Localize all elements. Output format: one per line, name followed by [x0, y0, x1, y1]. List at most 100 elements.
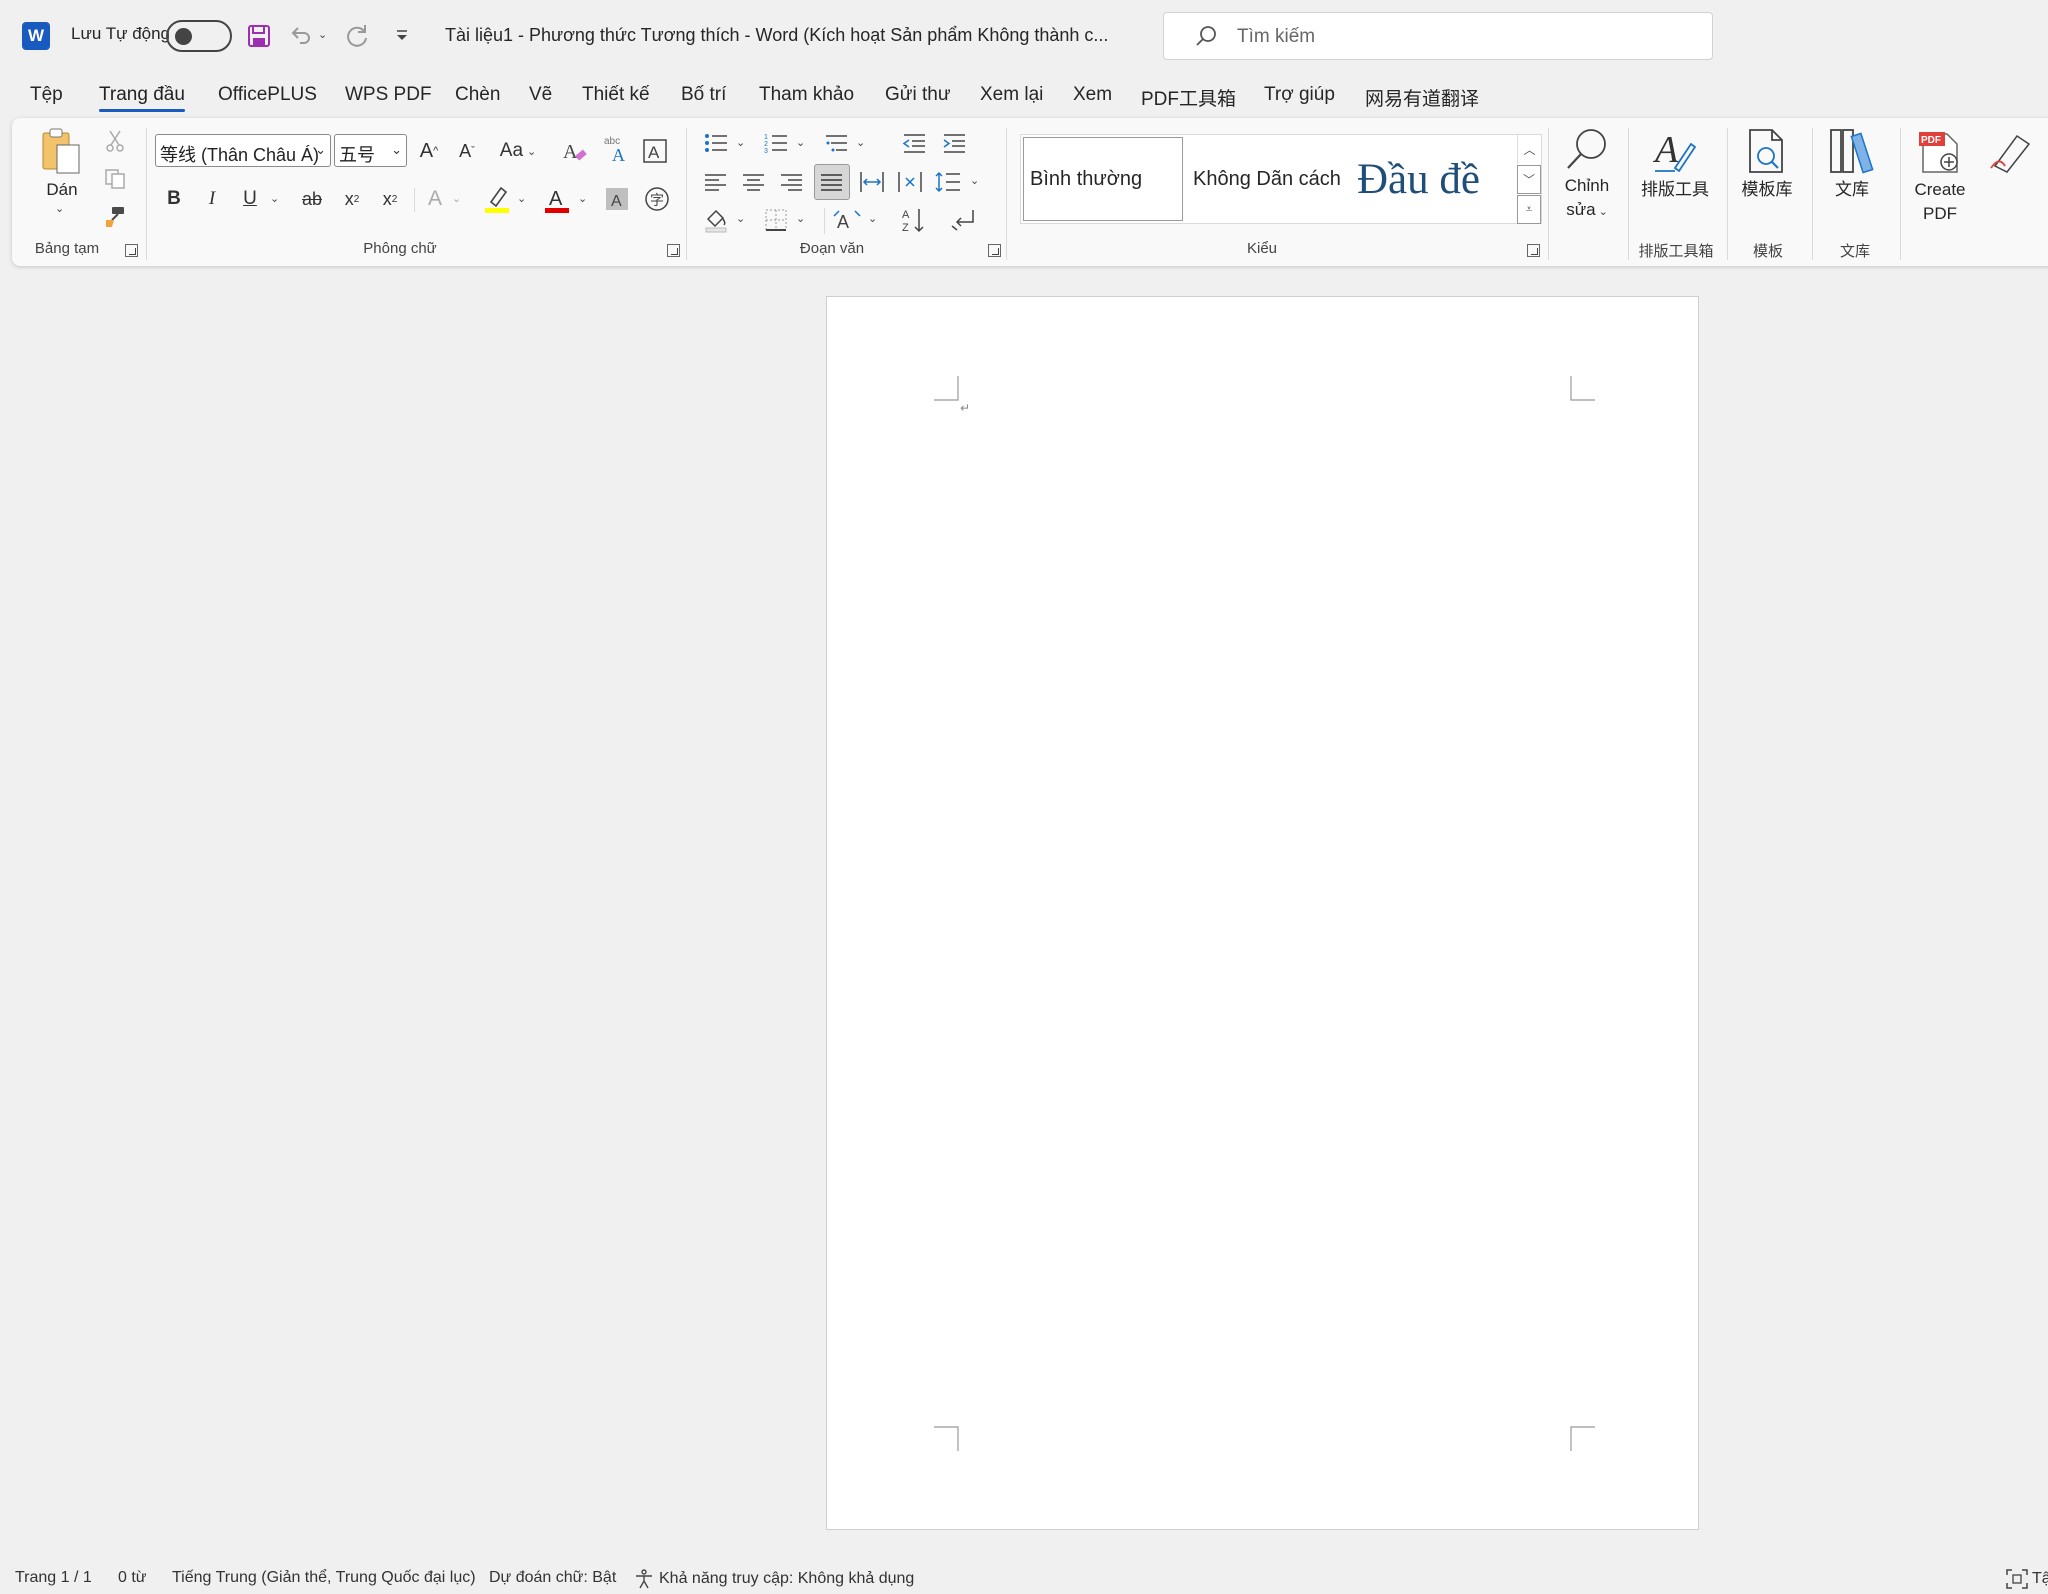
show-formatting-marks-icon[interactable] [948, 204, 980, 236]
align-left-icon[interactable] [700, 166, 732, 198]
text-effects-icon[interactable]: A [420, 184, 450, 214]
font-color-dropdown-icon[interactable]: ⌄ [578, 192, 587, 205]
character-shading-icon[interactable]: A [602, 184, 632, 214]
bold-icon[interactable]: B [160, 184, 188, 214]
accessibility-status[interactable]: Khả năng truy cập: Không khả dụng [634, 1569, 914, 1589]
justify-icon[interactable] [814, 164, 850, 200]
line-spacing-dropdown-icon[interactable]: ⌄ [970, 174, 979, 187]
text-effects-dropdown-icon[interactable]: ⌄ [452, 192, 461, 205]
font-launcher-icon[interactable] [667, 244, 680, 257]
layout-tool-label[interactable]: 排版工具 [1632, 178, 1718, 202]
paste-label[interactable]: Dán [42, 178, 82, 202]
cut-icon[interactable] [102, 128, 128, 154]
paste-icon[interactable] [40, 126, 82, 176]
character-spacing-icon[interactable] [894, 166, 926, 198]
font-color-icon[interactable]: A [540, 182, 574, 216]
strikethrough-icon[interactable]: ab [296, 184, 328, 214]
gallery-scroll-up-icon[interactable]: ︿ [1517, 135, 1541, 164]
redo-icon[interactable] [342, 20, 372, 52]
autosave-toggle[interactable] [166, 20, 232, 52]
layout-tool-icon[interactable]: A [1648, 126, 1700, 176]
line-spacing-icon[interactable] [932, 166, 964, 198]
text-prediction-status[interactable]: Dự đoán chữ: Bật [489, 1569, 616, 1587]
style-heading[interactable]: Đầu đề [1351, 137, 1511, 221]
asian-layout-dropdown-icon[interactable]: ⌄ [868, 212, 877, 225]
tab-review[interactable]: Xem lại [980, 84, 1043, 106]
customize-qat-icon[interactable] [392, 26, 412, 46]
paste-dropdown-icon[interactable]: ⌄ [55, 202, 64, 215]
multilevel-dropdown-icon[interactable]: ⌄ [856, 136, 865, 149]
character-border-icon[interactable]: A [640, 136, 670, 166]
gallery-scroll-down-icon[interactable]: ﹀ [1517, 165, 1541, 194]
library-icon[interactable] [1826, 126, 1878, 176]
word-count[interactable]: 0 từ [118, 1569, 147, 1587]
bullets-dropdown-icon[interactable]: ⌄ [736, 136, 745, 149]
tab-design[interactable]: Thiết kế [582, 84, 650, 106]
change-case-button[interactable]: Aa ⌄ [494, 136, 542, 166]
tab-youdao-translate[interactable]: 网易有道翻译 [1365, 84, 1479, 111]
numbering-dropdown-icon[interactable]: ⌄ [796, 136, 805, 149]
page-counter[interactable]: Trang 1 / 1 [15, 1569, 92, 1587]
highlight-dropdown-icon[interactable]: ⌄ [517, 192, 526, 205]
clipboard-launcher-icon[interactable] [125, 244, 138, 257]
tab-wps-pdf[interactable]: WPS PDF [345, 84, 432, 106]
language-indicator[interactable]: Tiếng Trung (Giản thể, Trung Quốc đại lụ… [172, 1569, 476, 1587]
asian-layout-icon[interactable]: A [830, 204, 864, 236]
save-icon[interactable] [244, 20, 274, 52]
subscript-icon[interactable]: x2 [338, 184, 366, 214]
clear-formatting-icon[interactable]: A [560, 136, 590, 166]
tab-officeplus[interactable]: OfficePLUS [218, 84, 317, 106]
create-pdf-label-line1[interactable]: Create [1902, 178, 1978, 202]
template-library-icon[interactable] [1740, 126, 1792, 176]
borders-icon[interactable] [760, 204, 792, 236]
tab-mailings[interactable]: Gửi thư [885, 84, 951, 106]
tab-pdf-toolbox[interactable]: PDF工具箱 [1141, 84, 1236, 111]
font-name-combo[interactable]: 等线 (Thân Châu Á) ⌄ [155, 134, 331, 167]
editing-label-line2[interactable]: sửa ⌄ [1552, 198, 1622, 224]
styles-gallery[interactable]: Bình thường Không Dãn cách Đầu đề ︿ ﹀ ⩡ [1020, 134, 1542, 224]
tab-references[interactable]: Tham khảo [759, 84, 854, 106]
template-library-label[interactable]: 模板库 [1734, 178, 1800, 202]
tab-help[interactable]: Trợ giúp [1264, 84, 1335, 106]
bullets-icon[interactable] [700, 128, 732, 158]
library-label[interactable]: 文库 [1822, 178, 1882, 202]
format-painter-icon[interactable] [102, 204, 128, 230]
underline-dropdown-icon[interactable]: ⌄ [270, 192, 279, 205]
distributed-icon[interactable] [856, 166, 888, 198]
align-center-icon[interactable] [738, 166, 770, 198]
word-app-icon[interactable]: W [22, 22, 50, 50]
sign-pdf-icon[interactable] [1984, 126, 2036, 176]
paragraph-launcher-icon[interactable] [988, 244, 1001, 257]
increase-indent-icon[interactable] [938, 128, 970, 158]
editing-label-line1[interactable]: Chỉnh [1552, 174, 1622, 198]
gallery-more-icon[interactable]: ⩡ [1517, 195, 1541, 224]
search-box[interactable]: Tìm kiếm [1163, 12, 1713, 60]
document-page[interactable]: ↵ [826, 296, 1699, 1530]
numbering-icon[interactable]: 123 [760, 128, 792, 158]
phonetic-guide-icon[interactable]: abc A [600, 132, 634, 166]
create-pdf-label-line2[interactable]: PDF [1902, 202, 1978, 226]
align-right-icon[interactable] [776, 166, 808, 198]
decrease-indent-icon[interactable] [898, 128, 930, 158]
tab-view[interactable]: Xem [1073, 84, 1112, 106]
style-normal[interactable]: Bình thường [1023, 137, 1183, 221]
highlight-icon[interactable] [480, 182, 514, 216]
enclose-characters-icon[interactable]: 字 [640, 182, 674, 216]
shrink-font-icon[interactable]: Aˇ [452, 136, 482, 166]
font-size-combo[interactable]: 五号 ⌄ [334, 134, 407, 167]
style-no-spacing[interactable]: Không Dãn cách [1187, 137, 1347, 221]
copy-icon[interactable] [102, 166, 128, 192]
shading-dropdown-icon[interactable]: ⌄ [736, 212, 745, 225]
multilevel-list-icon[interactable] [820, 128, 852, 158]
styles-launcher-icon[interactable] [1527, 244, 1540, 257]
superscript-icon[interactable]: x2 [376, 184, 404, 214]
underline-icon[interactable]: U [236, 184, 264, 214]
grow-font-icon[interactable]: A ^ [414, 136, 444, 166]
borders-dropdown-icon[interactable]: ⌄ [796, 212, 805, 225]
tab-file[interactable]: Tệp [30, 84, 63, 106]
find-icon[interactable] [1560, 126, 1612, 172]
undo-dropdown-icon[interactable]: ⌄ [318, 28, 327, 41]
tab-home[interactable]: Trang đầu [99, 84, 185, 112]
undo-icon[interactable] [286, 20, 316, 52]
tab-insert[interactable]: Chèn [455, 84, 500, 106]
